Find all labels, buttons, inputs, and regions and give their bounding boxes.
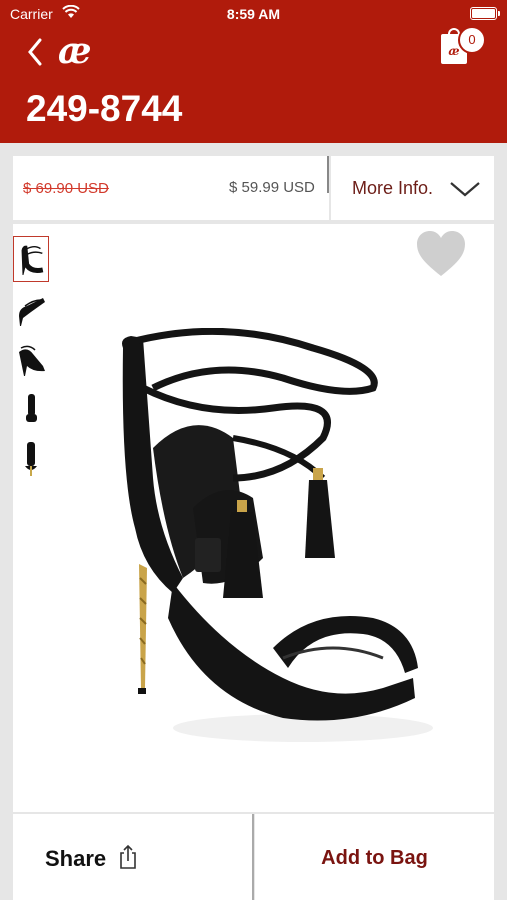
thumbnail-item[interactable] xyxy=(13,236,49,282)
thumbnail-item[interactable] xyxy=(13,436,49,482)
sandal-thumbnail-icon xyxy=(26,394,37,422)
share-button[interactable]: Share xyxy=(13,814,252,900)
original-price: $ 69.90 USD xyxy=(23,180,109,197)
page-title: 249-8744 xyxy=(26,88,183,129)
battery-icon xyxy=(470,7,500,20)
app-header: Carrier 8:59 AM æ æ 0 249-8744 xyxy=(0,0,507,143)
product-gallery xyxy=(13,224,494,812)
price-bar: $ 69.90 USD $ 59.99 USD More Info. xyxy=(13,156,494,220)
status-bar: Carrier 8:59 AM xyxy=(0,0,507,28)
brand-logo[interactable]: æ xyxy=(58,30,92,72)
divider xyxy=(252,814,254,900)
chevron-down-icon xyxy=(450,182,480,197)
bag-count-badge: 0 xyxy=(458,26,486,54)
share-label: Share xyxy=(45,846,107,871)
sandal-thumbnail-icon xyxy=(21,245,44,276)
favorite-heart-icon[interactable] xyxy=(416,230,466,278)
thumbnail-item[interactable] xyxy=(13,386,49,432)
thumbnail-item[interactable] xyxy=(13,336,49,382)
back-chevron-icon[interactable] xyxy=(24,36,52,68)
share-icon xyxy=(120,844,136,869)
more-info-label: More Info. xyxy=(352,178,434,198)
product-image xyxy=(122,328,433,742)
more-info-button[interactable]: More Info. xyxy=(331,156,494,220)
sale-price: $ 59.99 USD xyxy=(229,179,315,196)
sandal-thumbnail-icon xyxy=(19,345,45,376)
sandal-thumbnail-icon xyxy=(25,442,37,476)
action-bar: Share Add to Bag xyxy=(13,814,494,900)
thumbnail-item[interactable] xyxy=(13,286,49,332)
sandal-thumbnail-icon xyxy=(19,298,45,326)
add-to-bag-button[interactable]: Add to Bag xyxy=(255,814,494,900)
status-time: 8:59 AM xyxy=(226,6,281,22)
add-to-bag-label: Add to Bag xyxy=(321,847,428,869)
